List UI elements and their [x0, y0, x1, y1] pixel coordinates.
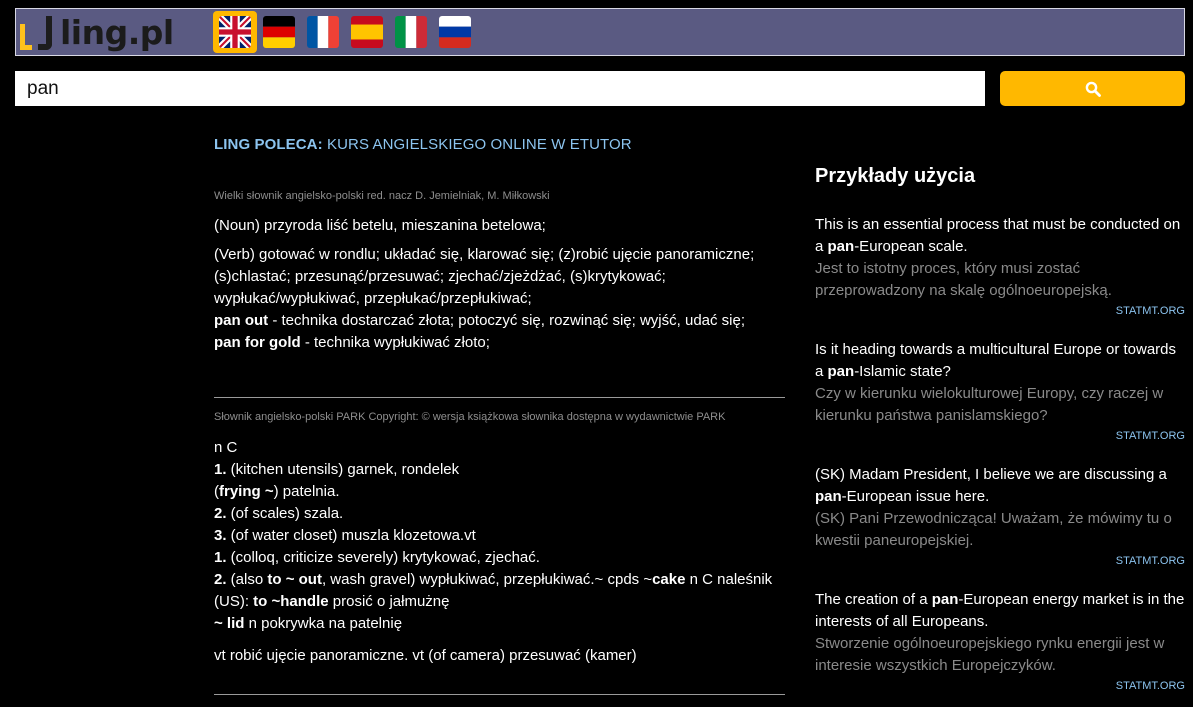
park-entry: n C 1. (kitchen utensils) garnek, rondel… [214, 437, 785, 667]
example-item: Is it heading towards a multicultural Eu… [815, 339, 1185, 442]
language-russian-button[interactable] [433, 11, 477, 53]
promo-label: LING POLECA: [214, 136, 323, 153]
dictionary-source: Wielki słownik angielsko-polski red. nac… [214, 190, 550, 202]
entry-line: 1. (kitchen utensils) garnek, rondelek [214, 461, 460, 478]
entry-verb: (Verb) gotować w rondlu; układać się, kl… [214, 246, 755, 307]
entry-line: (frying ~) patelnia. [214, 483, 340, 500]
language-french-button[interactable] [301, 11, 345, 53]
example-polish: Jest to istotny proces, który musi zosta… [815, 260, 1112, 299]
entry-line: n C [214, 439, 238, 456]
entry-line: vt robić ujęcie panoramiczne. vt (of cam… [214, 647, 637, 664]
promo-link[interactable]: LING POLECA: KURS ANGIELSKIEGO ONLINE W … [214, 136, 785, 153]
search-button[interactable] [1000, 71, 1185, 106]
search-input[interactable] [15, 71, 985, 106]
ru-flag-icon [439, 16, 471, 48]
example-source-link[interactable]: STATMT.ORG [815, 305, 1185, 317]
search-icon [1085, 81, 1101, 97]
example-item: This is an essential process that must b… [815, 214, 1185, 317]
example-english: The creation of a pan-European energy ma… [815, 591, 1185, 630]
example-polish: Czy w kierunku wielokulturowej Europy, c… [815, 385, 1164, 424]
entry-phrase: pan out - technika dostarczać złota; pot… [214, 310, 785, 332]
example-english: Is it heading towards a multicultural Eu… [815, 341, 1177, 380]
example-item: The creation of a pan-European energy ma… [815, 589, 1185, 692]
top-header: ling.pl [15, 8, 1185, 56]
examples-title: Przykłady użycia [815, 165, 976, 187]
example-source-link[interactable]: STATMT.ORG [815, 555, 1185, 567]
example-english: This is an essential process that must b… [815, 216, 1181, 255]
it-flag-icon [395, 16, 427, 48]
de-flag-icon [263, 16, 295, 48]
phrase-definition: - technika dostarczać złota; potoczyć si… [268, 312, 746, 329]
example-english: (SK) Madam President, I believe we are d… [815, 466, 1167, 505]
entry-line: 1. (colloq, criticize severely) krytykow… [214, 549, 540, 566]
fr-flag-icon [307, 16, 339, 48]
example-source-link[interactable]: STATMT.ORG [815, 680, 1185, 692]
language-italian-button[interactable] [389, 11, 433, 53]
example-polish: Stworzenie ogólnoeuropejskiego rynku ene… [815, 635, 1165, 674]
entry-line: 3. (of water closet) muszla klozetowa.vt [214, 527, 476, 544]
language-switcher [213, 11, 477, 53]
examples-panel: Przykłady użycia This is an essential pr… [815, 165, 1185, 692]
dictionary-source: Słownik angielsko-polski PARK Copyright:… [214, 411, 726, 423]
phrase-definition: - technika wypłukiwać złoto; [300, 334, 490, 351]
example-item: (SK) Madam President, I believe we are d… [815, 464, 1185, 567]
language-english-button[interactable] [213, 11, 257, 53]
entry-noun: (Noun) przyroda liść betelu, mieszanina … [214, 217, 546, 234]
en-flag-icon [219, 16, 251, 48]
divider [214, 397, 785, 398]
entry-line: 2. (of scales) szala. [214, 505, 344, 522]
main-content: LING POLECA: KURS ANGIELSKIEGO ONLINE W … [214, 136, 785, 695]
es-flag-icon [351, 16, 383, 48]
language-spanish-button[interactable] [345, 11, 389, 53]
logo-text: ling.pl [60, 12, 174, 52]
phrase-term: pan out [214, 312, 269, 329]
promo-text: KURS ANGIELSKIEGO ONLINE W ETUTOR [326, 136, 632, 153]
entry-line: ~ lid n pokrywka na patelnię [214, 615, 403, 632]
entry-phrase: pan for gold - technika wypłukiwać złoto… [214, 332, 785, 354]
logo-mark-icon [18, 14, 58, 50]
entry-line: 2. (also to ~ out, wash gravel) wypłukiw… [214, 571, 773, 610]
phrase-term: pan for gold [214, 334, 301, 351]
example-source-link[interactable]: STATMT.ORG [815, 430, 1185, 442]
language-german-button[interactable] [257, 11, 301, 53]
divider [214, 694, 785, 695]
example-polish: (SK) Pani Przewodnicząca! Uważam, że mów… [815, 510, 1172, 549]
logo[interactable]: ling.pl [18, 12, 174, 52]
